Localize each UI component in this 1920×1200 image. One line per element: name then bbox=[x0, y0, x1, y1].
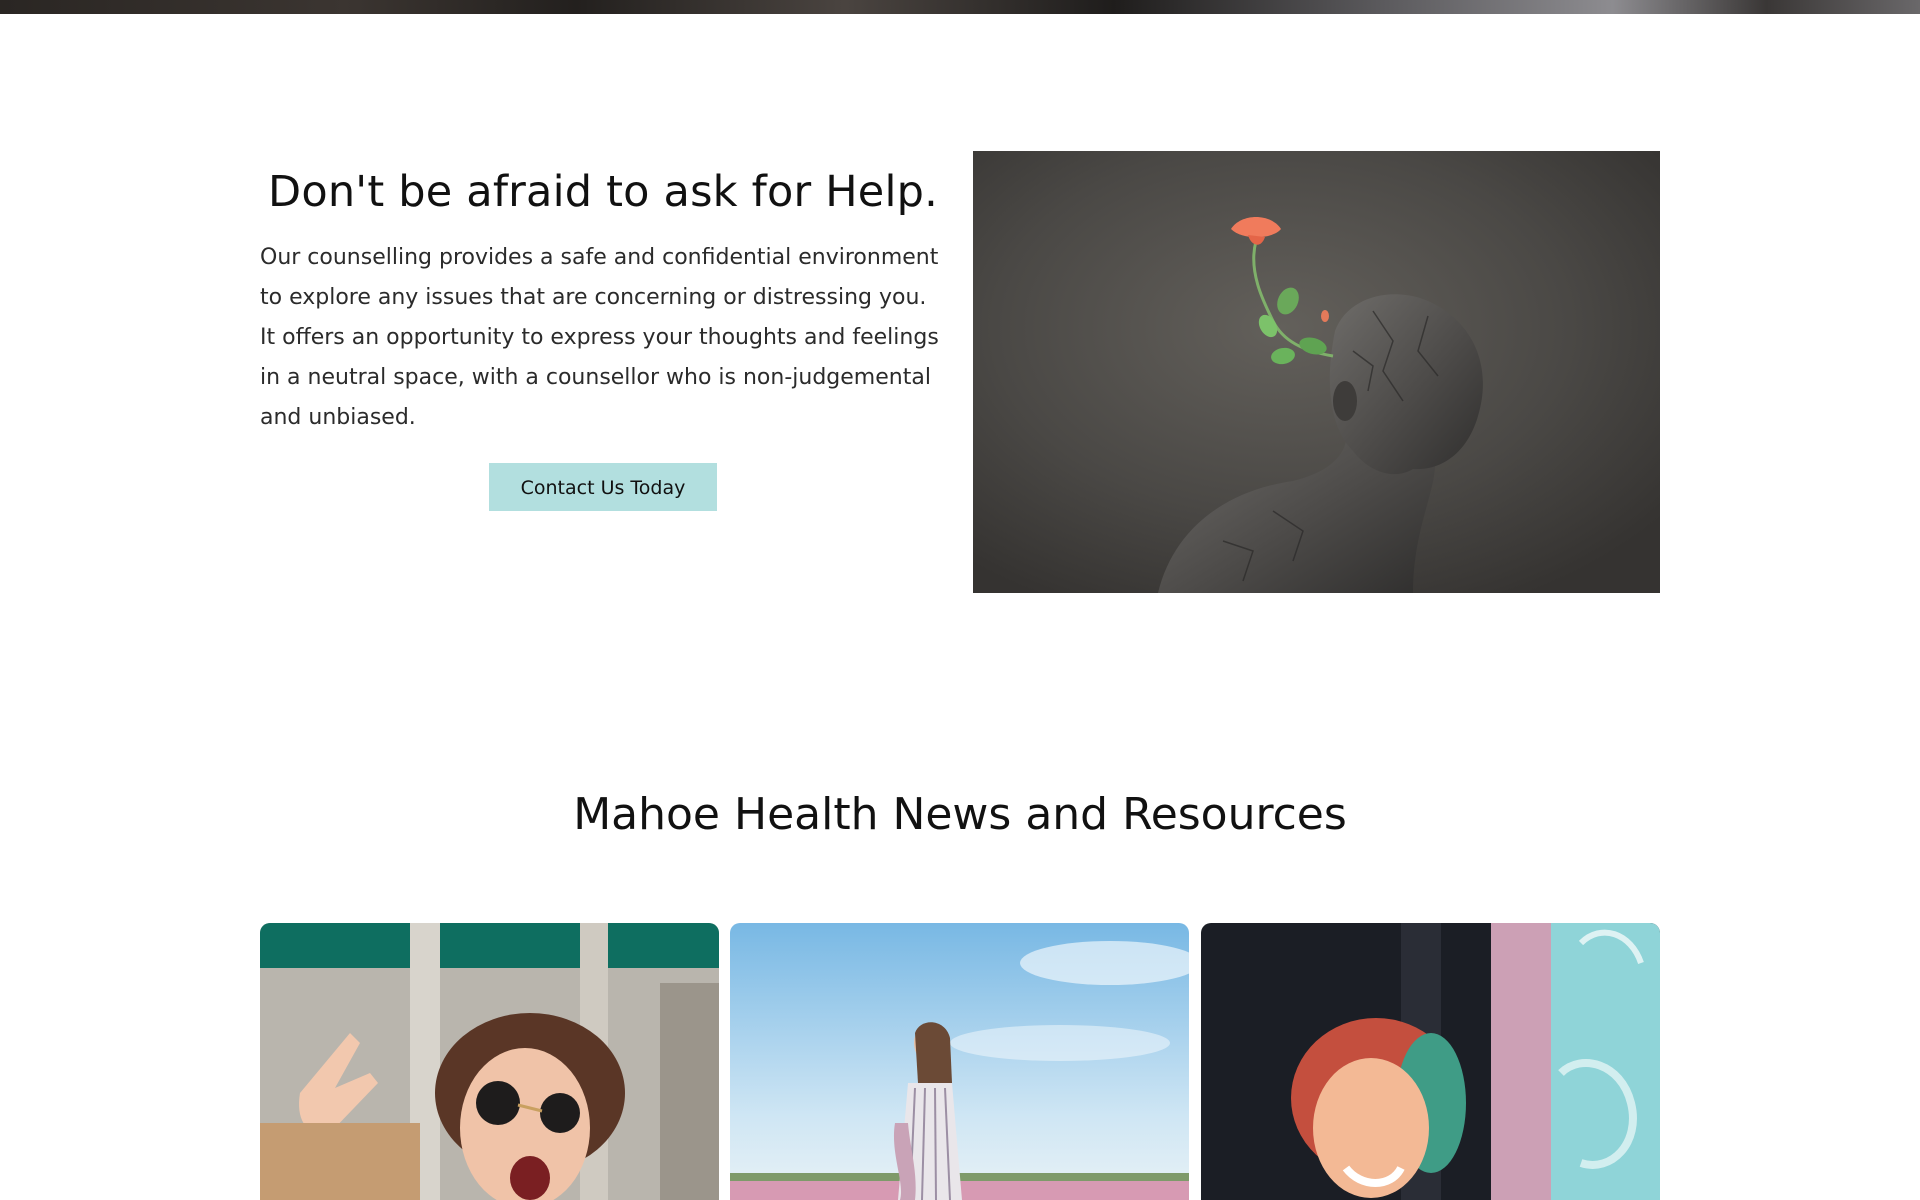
news-heading: Mahoe Health News and Resources bbox=[573, 789, 1347, 840]
help-paragraph: Our counselling provides a safe and conf… bbox=[260, 245, 939, 430]
hero-image-strip bbox=[0, 0, 1920, 14]
help-heading: Don't be afraid to ask for Help. bbox=[268, 167, 938, 217]
news-card[interactable] bbox=[730, 923, 1189, 1200]
contact-us-button[interactable]: Contact Us Today bbox=[489, 463, 717, 511]
woman-sunglasses-image bbox=[260, 923, 719, 1200]
stone-head-flower-image bbox=[973, 151, 1660, 593]
help-text-block: Don't be afraid to ask for Help. Our cou… bbox=[260, 150, 946, 511]
woman-flower-field-image bbox=[730, 923, 1189, 1200]
news-card[interactable] bbox=[260, 923, 719, 1200]
woman-neon-light-image bbox=[1201, 923, 1660, 1200]
news-card[interactable] bbox=[1201, 923, 1660, 1200]
